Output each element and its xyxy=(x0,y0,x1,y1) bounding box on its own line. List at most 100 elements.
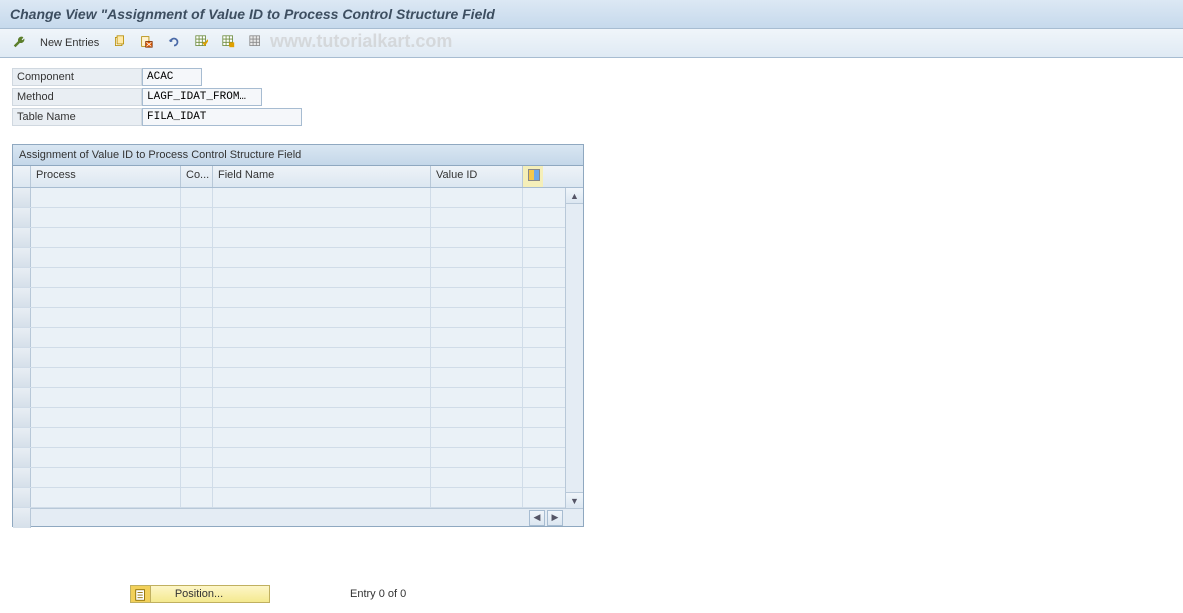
table-row[interactable] xyxy=(13,408,583,428)
cell-process[interactable] xyxy=(31,328,181,347)
row-selector[interactable] xyxy=(13,288,31,307)
cell-field-name[interactable] xyxy=(213,488,431,507)
cell-field-name[interactable] xyxy=(213,448,431,467)
cell-co[interactable] xyxy=(181,208,213,227)
cell-field-name[interactable] xyxy=(213,408,431,427)
select-block-button[interactable] xyxy=(218,33,239,53)
cell-process[interactable] xyxy=(31,448,181,467)
table-row[interactable] xyxy=(13,288,583,308)
cell-process[interactable] xyxy=(31,228,181,247)
row-selector[interactable] xyxy=(13,488,31,507)
new-entries-button[interactable]: New Entries xyxy=(36,33,103,53)
scroll-down-icon[interactable]: ▼ xyxy=(566,492,583,508)
table-row[interactable] xyxy=(13,308,583,328)
method-field[interactable] xyxy=(142,88,262,106)
row-selector[interactable] xyxy=(13,248,31,267)
cell-process[interactable] xyxy=(31,468,181,487)
row-selector[interactable] xyxy=(13,268,31,287)
table-row[interactable] xyxy=(13,428,583,448)
cell-value-id[interactable] xyxy=(431,248,523,267)
cell-field-name[interactable] xyxy=(213,228,431,247)
cell-field-name[interactable] xyxy=(213,188,431,207)
cell-field-name[interactable] xyxy=(213,328,431,347)
cell-co[interactable] xyxy=(181,388,213,407)
row-selector[interactable] xyxy=(13,188,31,207)
cell-process[interactable] xyxy=(31,388,181,407)
cell-process[interactable] xyxy=(31,248,181,267)
cell-value-id[interactable] xyxy=(431,348,523,367)
table-row[interactable] xyxy=(13,328,583,348)
row-selector[interactable] xyxy=(13,328,31,347)
cell-value-id[interactable] xyxy=(431,268,523,287)
row-selector[interactable] xyxy=(13,308,31,327)
cell-process[interactable] xyxy=(31,428,181,447)
cell-value-id[interactable] xyxy=(431,368,523,387)
cell-co[interactable] xyxy=(181,308,213,327)
component-field[interactable] xyxy=(142,68,202,86)
cell-co[interactable] xyxy=(181,488,213,507)
cell-co[interactable] xyxy=(181,368,213,387)
cell-value-id[interactable] xyxy=(431,328,523,347)
cell-value-id[interactable] xyxy=(431,428,523,447)
cell-process[interactable] xyxy=(31,188,181,207)
deselect-all-button[interactable] xyxy=(245,33,266,53)
table-row[interactable] xyxy=(13,468,583,488)
col-header-process[interactable]: Process xyxy=(31,166,181,187)
table-row[interactable] xyxy=(13,388,583,408)
col-header-co[interactable]: Co... xyxy=(181,166,213,187)
scroll-left-icon[interactable]: ◀ xyxy=(529,510,545,526)
row-selector-header[interactable] xyxy=(13,166,31,187)
cell-field-name[interactable] xyxy=(213,288,431,307)
table-name-field[interactable] xyxy=(142,108,302,126)
row-selector[interactable] xyxy=(13,348,31,367)
cell-process[interactable] xyxy=(31,348,181,367)
cell-co[interactable] xyxy=(181,428,213,447)
cell-co[interactable] xyxy=(181,288,213,307)
position-button[interactable]: Position... xyxy=(130,585,270,603)
cell-process[interactable] xyxy=(31,288,181,307)
vertical-scrollbar[interactable]: ▲ ▼ xyxy=(565,188,583,508)
table-row[interactable] xyxy=(13,488,583,508)
cell-value-id[interactable] xyxy=(431,188,523,207)
cell-value-id[interactable] xyxy=(431,308,523,327)
cell-co[interactable] xyxy=(181,348,213,367)
cell-field-name[interactable] xyxy=(213,248,431,267)
cell-field-name[interactable] xyxy=(213,388,431,407)
row-selector[interactable] xyxy=(13,228,31,247)
scroll-up-icon[interactable]: ▲ xyxy=(566,188,583,204)
row-selector[interactable] xyxy=(13,368,31,387)
table-row[interactable] xyxy=(13,368,583,388)
cell-co[interactable] xyxy=(181,248,213,267)
copy-button[interactable] xyxy=(109,33,130,53)
table-row[interactable] xyxy=(13,448,583,468)
col-header-field-name[interactable]: Field Name xyxy=(213,166,431,187)
cell-field-name[interactable] xyxy=(213,208,431,227)
cell-value-id[interactable] xyxy=(431,448,523,467)
cell-co[interactable] xyxy=(181,468,213,487)
cell-value-id[interactable] xyxy=(431,388,523,407)
cell-co[interactable] xyxy=(181,188,213,207)
cell-field-name[interactable] xyxy=(213,368,431,387)
table-row[interactable] xyxy=(13,228,583,248)
cell-co[interactable] xyxy=(181,448,213,467)
cell-field-name[interactable] xyxy=(213,348,431,367)
cell-value-id[interactable] xyxy=(431,288,523,307)
table-row[interactable] xyxy=(13,248,583,268)
select-all-button[interactable] xyxy=(191,33,212,53)
cell-value-id[interactable] xyxy=(431,408,523,427)
cell-co[interactable] xyxy=(181,408,213,427)
cell-value-id[interactable] xyxy=(431,488,523,507)
toggle-button[interactable] xyxy=(8,33,30,53)
row-selector[interactable] xyxy=(13,208,31,227)
cell-co[interactable] xyxy=(181,328,213,347)
row-selector[interactable] xyxy=(13,408,31,427)
delete-button[interactable] xyxy=(136,33,157,53)
row-selector[interactable] xyxy=(13,448,31,467)
cell-process[interactable] xyxy=(31,268,181,287)
table-row[interactable] xyxy=(13,268,583,288)
col-header-value-id[interactable]: Value ID xyxy=(431,166,523,187)
cell-field-name[interactable] xyxy=(213,468,431,487)
cell-process[interactable] xyxy=(31,368,181,387)
cell-co[interactable] xyxy=(181,268,213,287)
cell-value-id[interactable] xyxy=(431,208,523,227)
